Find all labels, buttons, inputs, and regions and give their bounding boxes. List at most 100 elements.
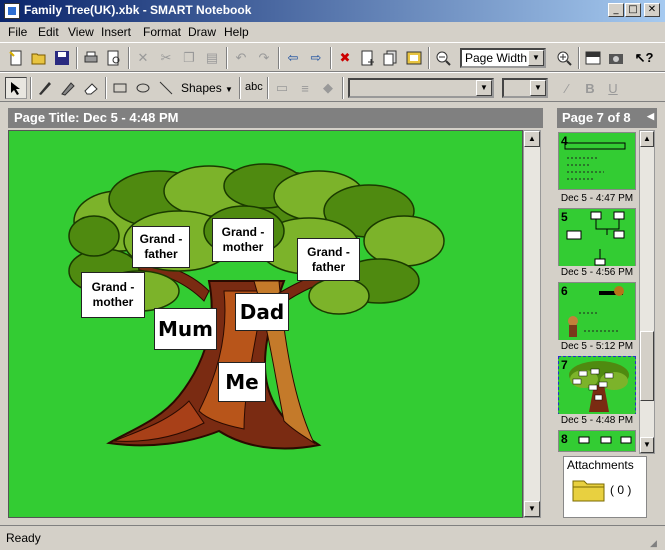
label-grandmother-left[interactable]: Grand - mother (81, 272, 145, 318)
minimize-button[interactable]: _ (608, 3, 624, 17)
paste-icon[interactable]: ▤ (201, 47, 223, 69)
app-icon[interactable] (4, 3, 20, 19)
open-folder-icon[interactable] (28, 47, 50, 69)
scroll-down-icon[interactable]: ▼ (524, 501, 540, 517)
chevron-down-icon[interactable]: ▼ (530, 80, 546, 96)
previous-page-icon[interactable]: ⇦ (282, 47, 304, 69)
italic-pen-icon[interactable]: ∕ (556, 77, 578, 99)
toolbar-separator (342, 77, 344, 99)
toolbar-separator (578, 47, 580, 69)
menu-insert[interactable]: Insert (101, 25, 131, 39)
collapse-arrow-icon[interactable]: ◀ (647, 111, 654, 122)
help-icon[interactable]: ↖? (633, 47, 655, 69)
print-icon[interactable] (80, 47, 102, 69)
toolbar-separator (330, 47, 332, 69)
menu-format[interactable]: Format (143, 25, 181, 39)
label-grandfather-right[interactable]: Grand - father (297, 238, 360, 281)
fill-color-icon[interactable]: ▭ (271, 77, 293, 99)
toolbar-separator (267, 77, 269, 99)
eraser-icon[interactable] (80, 77, 102, 99)
bold-button[interactable]: B (579, 77, 601, 99)
scroll-down-icon[interactable]: ▼ (640, 437, 654, 453)
window-title: Family Tree(UK).xbk - SMART Notebook (24, 3, 252, 17)
camera-icon[interactable] (605, 47, 627, 69)
scroll-thumb[interactable] (640, 331, 654, 401)
standard-toolbar: ✕ ✂ ❐ ▤ ↶ ↷ ⇦ ⇨ ✖ Page Width ▼ ↖? (0, 42, 665, 72)
redo-icon[interactable]: ↷ (253, 47, 275, 69)
cut-icon[interactable]: ✂ (155, 47, 177, 69)
whiteboard-canvas[interactable]: Grand - father Grand - mother Grand - fa… (8, 130, 523, 518)
highlighter-icon[interactable] (57, 77, 79, 99)
pen-icon[interactable] (34, 77, 56, 99)
line-style-icon[interactable]: ≡ (294, 77, 316, 99)
scroll-up-icon[interactable]: ▲ (524, 131, 540, 147)
page-sorter: 4 Dec 5 - 4:47 PM 5 Dec 5 - 4:56 PM 6 De… (557, 130, 637, 454)
dropdown-arrow-icon: ▼ (225, 85, 233, 94)
font-select[interactable]: ▼ (348, 78, 494, 98)
chevron-down-icon[interactable]: ▼ (476, 80, 492, 96)
page-thumbnail-4[interactable]: 4 (558, 132, 636, 190)
status-text: Ready (6, 531, 41, 545)
shapes-label: Shapes (181, 81, 222, 95)
print-preview-icon[interactable] (103, 47, 125, 69)
ellipse-icon[interactable] (132, 77, 154, 99)
shapes-menu[interactable]: Shapes ▼ (181, 81, 233, 95)
select-arrow-icon[interactable] (5, 77, 27, 99)
label-grandmother-center[interactable]: Grand - mother (212, 218, 274, 262)
label-grandfather-left[interactable]: Grand - father (132, 226, 190, 268)
scroll-up-icon[interactable]: ▲ (640, 131, 654, 147)
screen-shade-icon[interactable] (582, 47, 604, 69)
toolbar-separator (76, 47, 78, 69)
label-dad[interactable]: Dad (235, 293, 289, 331)
page-thumbnail-8[interactable]: 8 (558, 430, 636, 452)
toolbar-separator (239, 77, 241, 99)
maximize-button[interactable]: □ (625, 3, 641, 17)
toolbar-separator (30, 77, 32, 99)
toolbar-separator (278, 47, 280, 69)
menu-draw[interactable]: Draw (188, 25, 216, 39)
close-button[interactable]: ✕ (644, 3, 660, 17)
canvas-scrollbar[interactable]: ▲ ▼ (523, 130, 541, 518)
zoom-in-icon[interactable] (553, 47, 575, 69)
menu-help[interactable]: Help (224, 25, 249, 39)
drawing-toolbar: Shapes ▼ abc ▭ ≡ ◆ ▼ ▼ ∕ B U (0, 72, 665, 102)
resize-grip-icon[interactable]: ◢ (650, 538, 657, 549)
text-tool[interactable]: abc (245, 81, 263, 93)
insert-blank-page-icon[interactable] (357, 47, 379, 69)
toolbar-separator (428, 47, 430, 69)
undo-icon[interactable]: ↶ (230, 47, 252, 69)
zoom-select[interactable]: Page Width ▼ (460, 48, 546, 68)
zoom-out-icon[interactable] (432, 47, 454, 69)
line-icon[interactable] (155, 77, 177, 99)
save-icon[interactable] (51, 47, 73, 69)
menu-edit[interactable]: Edit (38, 25, 59, 39)
folder-icon[interactable] (572, 477, 606, 503)
page-sorter-header: Page 7 of 8 ◀ (557, 108, 657, 128)
rectangle-icon[interactable] (109, 77, 131, 99)
toolbar-separator (128, 47, 130, 69)
status-bar: Ready ◢ (0, 525, 665, 550)
delete-icon[interactable]: ✕ (132, 47, 154, 69)
font-size-select[interactable]: ▼ (502, 78, 548, 98)
window-title-bar: Family Tree(UK).xbk - SMART Notebook _ □… (0, 0, 665, 22)
new-file-icon[interactable] (5, 47, 27, 69)
next-page-icon[interactable]: ⇨ (305, 47, 327, 69)
label-mum[interactable]: Mum (154, 308, 217, 350)
thumbnail-caption: Dec 5 - 5:12 PM (558, 340, 636, 354)
menu-view[interactable]: View (68, 25, 94, 39)
toolbar-separator (226, 47, 228, 69)
screen-capture-icon[interactable] (403, 47, 425, 69)
clone-page-icon[interactable] (380, 47, 402, 69)
paint-bucket-icon[interactable]: ◆ (317, 77, 339, 99)
copy-icon[interactable]: ❐ (178, 47, 200, 69)
toolbar-separator (105, 77, 107, 99)
sorter-scrollbar[interactable]: ▲ ▼ (639, 130, 655, 454)
menu-file[interactable]: File (8, 25, 27, 39)
underline-button[interactable]: U (602, 77, 624, 99)
label-me[interactable]: Me (218, 362, 266, 402)
chevron-down-icon[interactable]: ▼ (528, 50, 544, 66)
delete-page-icon[interactable]: ✖ (334, 47, 356, 69)
thumbnail-caption: Dec 5 - 4:47 PM (558, 192, 636, 206)
page-title: Page Title: Dec 5 - 4:48 PM (8, 108, 543, 128)
attachments-panel[interactable]: Attachments ( 0 ) (563, 456, 647, 518)
